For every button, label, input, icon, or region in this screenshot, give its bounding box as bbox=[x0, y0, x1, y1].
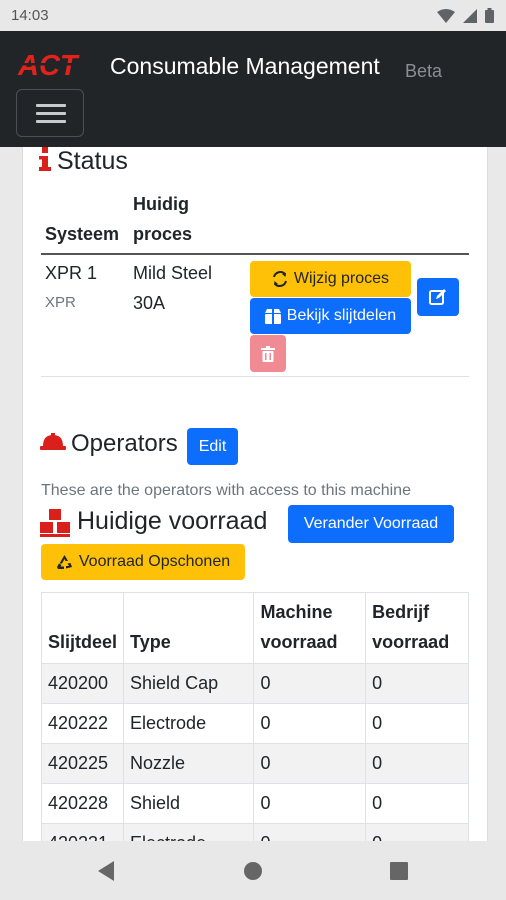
process-amps: 30A bbox=[133, 293, 166, 313]
delete-system-button[interactable] bbox=[250, 335, 286, 372]
table-header-divider bbox=[41, 253, 469, 255]
table-row: 420225 Nozzle 0 0 bbox=[40, 743, 469, 784]
change-process-button[interactable]: Wijzig proces bbox=[250, 261, 411, 297]
table-row: 420222 Electrode 0 0 bbox=[40, 703, 469, 744]
cleanup-stock-button[interactable]: Voorraad Opschonen bbox=[41, 544, 245, 580]
machine-stock: 0 bbox=[253, 663, 367, 704]
clock: 14:03 bbox=[11, 7, 49, 24]
edit-icon bbox=[429, 289, 446, 305]
status-row-divider bbox=[41, 376, 469, 377]
status-heading: Status bbox=[57, 147, 128, 175]
operators-description: These are the operators with access to t… bbox=[41, 482, 411, 499]
part-type: Shield Cap bbox=[123, 663, 255, 704]
battery-icon bbox=[485, 8, 494, 23]
change-stock-button[interactable]: Verander Voorraad bbox=[288, 505, 454, 543]
table-row: 420200 Shield Cap 0 0 bbox=[40, 663, 469, 704]
system-status-bar: 14:03 bbox=[0, 0, 506, 31]
edit-operators-button[interactable]: Edit bbox=[187, 428, 238, 465]
column-header-process-line1: Huidig bbox=[133, 194, 189, 214]
part-number: 420231 bbox=[40, 823, 125, 841]
stock-table-header-row: Slijtdeel Type Machine voorraad Bedrijf vo… bbox=[40, 592, 469, 664]
company-stock: 0 bbox=[365, 703, 469, 744]
view-parts-label: Bekijk slijtdelen bbox=[286, 307, 397, 324]
cell-signal-icon bbox=[463, 8, 477, 23]
home-icon[interactable] bbox=[243, 861, 263, 881]
column-header-part: Slijtdeel bbox=[40, 592, 125, 664]
info-icon bbox=[39, 147, 51, 171]
stock-heading: Huidige voorraad bbox=[77, 507, 268, 535]
part-type: Nozzle bbox=[123, 743, 255, 784]
recycle-icon bbox=[56, 555, 72, 569]
part-number: 420200 bbox=[40, 663, 125, 704]
hamburger-line bbox=[36, 120, 66, 123]
column-header-system: Systeem bbox=[45, 224, 120, 244]
column-header-company-stock: Bedrijf voorraad bbox=[365, 592, 469, 664]
machine-card: Status Systeem Huidig proces XPR 1 XPR M… bbox=[22, 147, 488, 841]
system-model: XPR bbox=[45, 294, 76, 311]
table-row: 420228 Shield 0 0 bbox=[40, 783, 469, 824]
machine-stock: 0 bbox=[253, 703, 367, 744]
pallet-boxes-icon bbox=[40, 509, 70, 537]
change-process-label: Wijzig proces bbox=[293, 270, 390, 287]
system-navigation-bar bbox=[0, 841, 506, 900]
main-content[interactable]: Status Systeem Huidig proces XPR 1 XPR M… bbox=[0, 147, 506, 841]
column-header-type: Type bbox=[123, 592, 255, 664]
machine-stock: 0 bbox=[253, 743, 367, 784]
cleanup-stock-label: Voorraad Opschonen bbox=[78, 553, 231, 570]
company-stock: 0 bbox=[365, 823, 469, 841]
stock-table: Slijtdeel Type Machine voorraad Bedrijf vo… bbox=[40, 592, 469, 841]
sync-icon bbox=[272, 271, 287, 287]
column-header-process-line2: proces bbox=[133, 224, 193, 244]
system-icons bbox=[437, 8, 494, 23]
hamburger-line bbox=[36, 104, 66, 107]
part-number: 420228 bbox=[40, 783, 125, 824]
table-row: 420231 Electrode 0 0 bbox=[40, 823, 469, 841]
app-title: Consumable Management bbox=[110, 53, 380, 79]
machine-stock: 0 bbox=[253, 783, 367, 824]
system-name: XPR 1 bbox=[45, 263, 98, 283]
process-material: Mild Steel bbox=[133, 263, 213, 283]
wifi-icon bbox=[437, 8, 455, 23]
change-stock-label: Verander Voorraad bbox=[303, 515, 439, 532]
trash-icon bbox=[261, 345, 275, 362]
part-number: 420222 bbox=[40, 703, 125, 744]
back-icon[interactable] bbox=[96, 860, 116, 882]
edit-system-button[interactable] bbox=[417, 278, 459, 316]
machine-stock: 0 bbox=[253, 823, 367, 841]
part-number: 420225 bbox=[40, 743, 125, 784]
part-type: Electrode bbox=[123, 823, 255, 841]
box-icon bbox=[264, 308, 281, 324]
company-stock: 0 bbox=[365, 783, 469, 824]
hamburger-line bbox=[36, 112, 66, 115]
hard-hat-icon bbox=[40, 433, 66, 450]
column-header-machine-stock: Machine voorraad bbox=[253, 592, 367, 664]
company-stock: 0 bbox=[365, 743, 469, 784]
operators-heading: Operators bbox=[71, 430, 178, 457]
part-type: Electrode bbox=[123, 703, 255, 744]
menu-toggle-button[interactable] bbox=[16, 89, 84, 137]
recents-icon[interactable] bbox=[390, 862, 408, 880]
edit-operators-label: Edit bbox=[198, 437, 227, 455]
company-stock: 0 bbox=[365, 663, 469, 704]
act-logo: ACT bbox=[16, 50, 80, 80]
view-parts-button[interactable]: Bekijk slijtdelen bbox=[250, 298, 411, 334]
part-type: Shield bbox=[123, 783, 255, 824]
app-navbar: ACT Consumable Management Beta bbox=[0, 31, 506, 147]
beta-badge: Beta bbox=[405, 61, 443, 81]
